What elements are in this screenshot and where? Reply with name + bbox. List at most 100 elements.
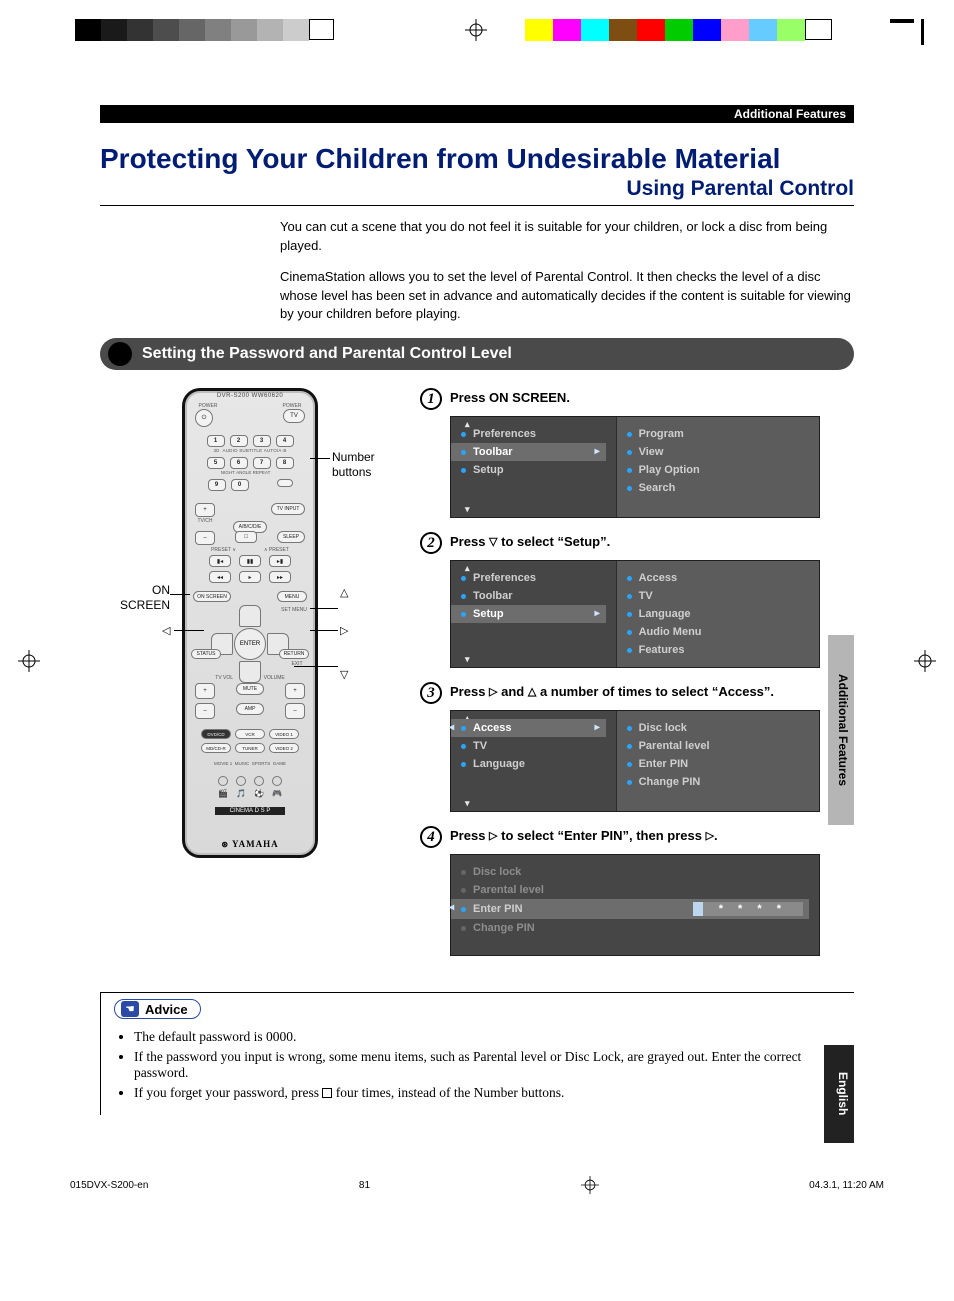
- chevron-left-icon: ◂: [449, 722, 454, 733]
- small-key: [277, 479, 293, 487]
- advice-left-rule: [100, 993, 101, 1115]
- preset-label: PRESET ∨ ∧ PRESET: [185, 547, 315, 553]
- right-triangle-icon: ▷: [489, 686, 497, 698]
- footer-timestamp: 04.3.1, 11:20 AM: [809, 1180, 884, 1191]
- right-triangle-icon: ▷: [706, 830, 714, 842]
- chevron-right-icon: ▸: [595, 608, 600, 619]
- intro-paragraph: You can cut a scene that you do not feel…: [280, 218, 854, 256]
- osd-item: Search: [627, 479, 809, 497]
- callout-number-buttons: Number buttons: [332, 450, 400, 479]
- osd-item-selected: ◂ Enter PIN * * * *: [451, 899, 809, 919]
- vol-labels: TV VOL VOLUME: [185, 675, 315, 681]
- src-mdcdr: MD/CD-R: [201, 743, 231, 753]
- tv-power-button: TV: [283, 409, 305, 423]
- src-tuner: TUNER: [235, 743, 265, 753]
- osd-item: Change PIN: [627, 773, 809, 791]
- osd-item-dim: Parental level: [461, 881, 809, 899]
- leader-line: [310, 458, 330, 459]
- greyscale-swatches: [75, 19, 334, 41]
- num-9: 9: [208, 479, 226, 491]
- up-triangle-icon: △: [340, 586, 348, 599]
- leader-line: [294, 666, 338, 667]
- prev-button: ▮◂: [209, 555, 231, 567]
- pause-button: ▮▮: [239, 555, 261, 567]
- step-3: 3 Press ▷ and △ a number of times to sel…: [420, 682, 854, 812]
- return-button: RETURN: [279, 649, 309, 659]
- num-7: 7: [253, 457, 271, 469]
- tvvol-up: +: [195, 683, 215, 699]
- osd-item: View: [627, 443, 809, 461]
- step-number: 3: [420, 682, 442, 704]
- play-button: ▸: [239, 571, 261, 583]
- right-triangle-icon: ▷: [489, 830, 497, 842]
- footer-filename: 015DVX-S200-en: [70, 1180, 148, 1191]
- leader-line: [310, 630, 338, 631]
- down-triangle-icon: ▽: [489, 536, 497, 548]
- intro-paragraph: CinemaStation allows you to set the leve…: [280, 268, 854, 325]
- osd-item: Access: [627, 569, 809, 587]
- src-dvdcd: DVD/CD: [201, 729, 231, 739]
- registration-mark-top: [465, 19, 487, 41]
- osd-item: Language: [627, 605, 809, 623]
- leader-line: [310, 608, 338, 609]
- section-heading: Setting the Password and Parental Contro…: [100, 338, 854, 370]
- chevron-right-icon: ▸: [595, 446, 600, 457]
- pin-entry-field: * * * *: [693, 902, 803, 916]
- print-registration-strip: [0, 15, 954, 55]
- page-number: 81: [0, 1123, 854, 1146]
- down-triangle-icon: ▽: [340, 668, 348, 681]
- osd-screen-4: Disc lock Parental level ◂ Enter PIN * *…: [450, 854, 820, 956]
- osd-item-dim: Change PIN: [461, 919, 809, 937]
- num-4: 4: [276, 435, 294, 447]
- stop-button: □: [235, 531, 257, 543]
- osd-item-selected: Toolbar▸: [451, 443, 606, 461]
- osd-item: Play Option: [627, 461, 809, 479]
- power-button: ⏻: [195, 409, 213, 427]
- registration-mark-right: [914, 650, 936, 672]
- row-sublabels: NIGHT ANGLE REPEAT: [185, 470, 315, 475]
- rew-button: ◂◂: [209, 571, 231, 583]
- osd-item: Audio Menu: [627, 623, 809, 641]
- advice-item: The default password is 0000.: [134, 1029, 844, 1045]
- crop-mark: [890, 19, 914, 23]
- left-triangle-icon: ◁: [162, 624, 170, 637]
- registration-mark-left: [18, 650, 40, 672]
- dsp-labels: MOVIE 1 MUSIC SPORTS GAME: [185, 761, 315, 766]
- osd-item: TV: [627, 587, 809, 605]
- scroll-down-icon: ▾: [465, 798, 470, 809]
- advice-badge: ☚ Advice: [114, 999, 201, 1019]
- osd-item: Disc lock: [627, 719, 809, 737]
- bullet-circle-icon: [108, 342, 132, 366]
- step-2: 2 Press ▽ to select “Setup”. ▴ Preferenc…: [420, 532, 854, 668]
- osd-item: Program: [627, 425, 809, 443]
- side-tab-additional-features: Additional Features: [828, 635, 854, 825]
- crop-mark: [921, 19, 924, 45]
- num-2: 2: [230, 435, 248, 447]
- leader-line: [174, 630, 204, 631]
- ff-button: ▸▸: [269, 571, 291, 583]
- section-heading-label: Setting the Password and Parental Contro…: [142, 345, 512, 362]
- osd-screen-2: ▴ Preferences Toolbar Setup▸ Access TV L…: [450, 560, 820, 668]
- advice-item: If you forget your password, press four …: [134, 1085, 844, 1101]
- menu-button: MENU: [277, 591, 307, 602]
- remote-illustration: DVR-S200 WW60620 POWER POWER ⏻ TV 1234 3…: [182, 388, 318, 858]
- step-instruction: Press ▽ to select “Setup”.: [450, 532, 610, 549]
- src-video1: VIDEO 1: [269, 729, 299, 739]
- status-button: STATUS: [191, 649, 221, 659]
- osd-item: Setup: [461, 461, 606, 479]
- color-swatches: [525, 19, 832, 41]
- remote-model-label: DVR-S200 WW60620: [185, 393, 315, 399]
- section-topbar: Additional Features: [100, 105, 854, 123]
- step-4: 4 Press ▷ to select “Enter PIN”, then pr…: [420, 826, 854, 956]
- row-sublabels: 3D AUDIO SUBTITLE AUTO/A·B: [185, 448, 315, 453]
- dpad-up: [239, 605, 261, 627]
- page-subtitle: Using Parental Control: [100, 177, 854, 201]
- tvch-up: +: [195, 503, 215, 517]
- advice-item: If the password you input is wrong, some…: [134, 1049, 844, 1081]
- osd-screen-1: ▴ Preferences Toolbar▸ Setup Program Vie…: [450, 416, 820, 518]
- scroll-down-icon: ▾: [465, 504, 470, 515]
- step-number: 2: [420, 532, 442, 554]
- dpad: ENTER: [211, 605, 289, 683]
- tv-input-button: TV INPUT: [271, 503, 305, 515]
- num-5: 5: [207, 457, 225, 469]
